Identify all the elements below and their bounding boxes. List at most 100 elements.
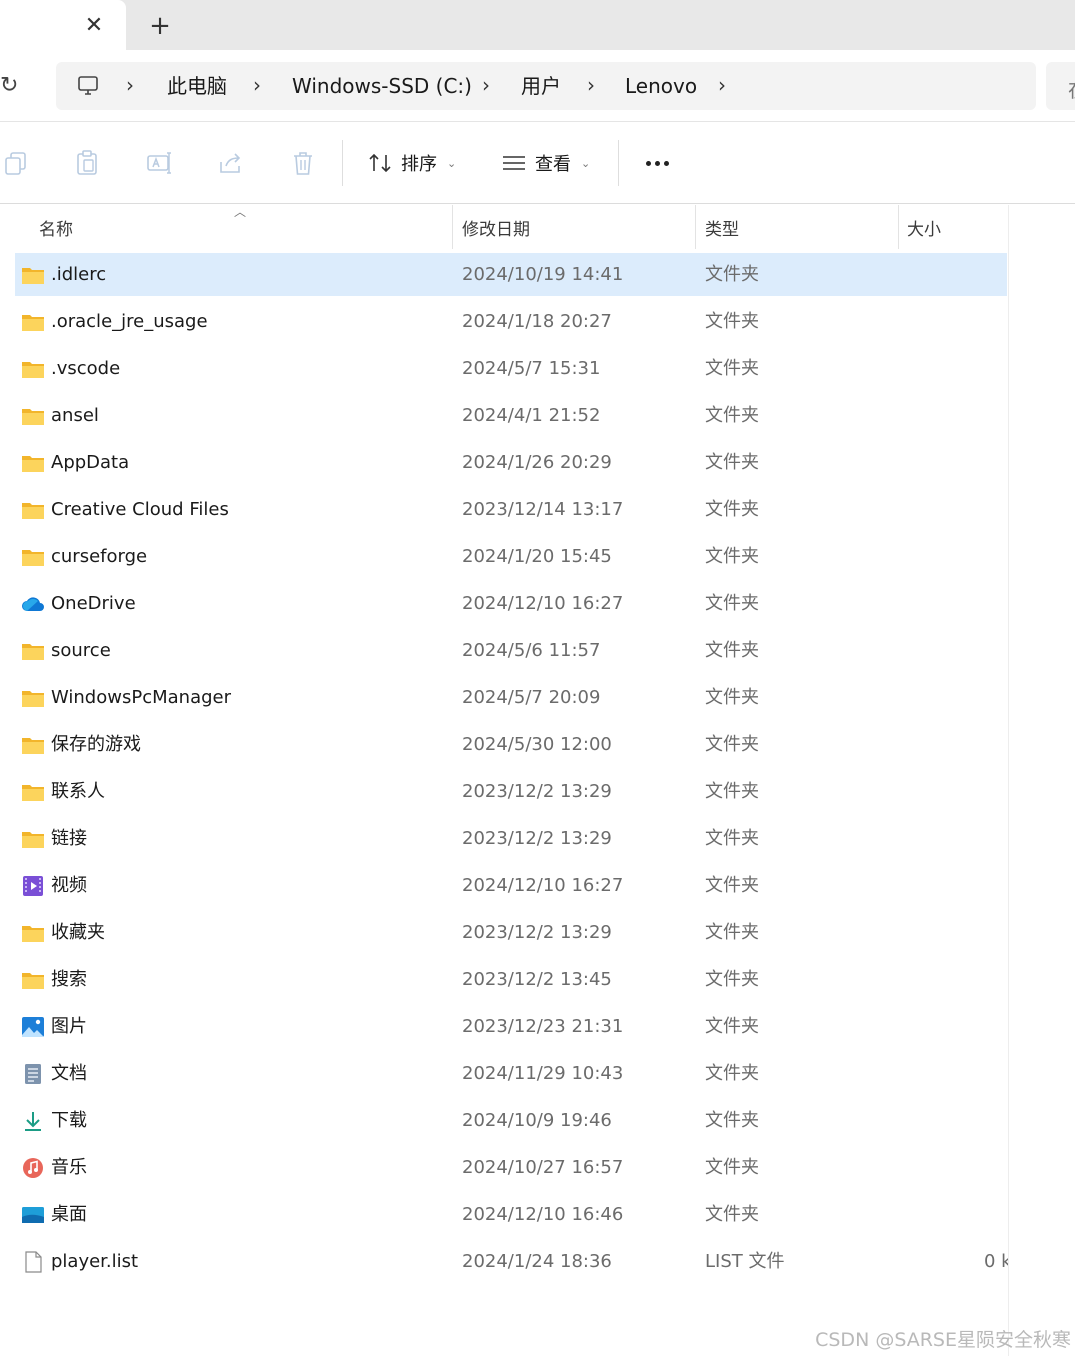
file-name[interactable]: 收藏夹 — [51, 921, 105, 945]
share-icon[interactable] — [216, 148, 246, 178]
file-row[interactable]: 图片 2023/12/23 21:31 文件夹 — [0, 1003, 1075, 1050]
file-name[interactable]: curseforge — [51, 545, 147, 569]
file-name[interactable]: OneDrive — [51, 592, 136, 616]
folder-icon — [21, 264, 45, 286]
column-header-type[interactable]: 类型 — [705, 215, 739, 240]
folder-icon — [21, 405, 45, 427]
folder-icon — [21, 311, 45, 333]
file-row[interactable]: ansel 2024/4/1 21:52 文件夹 — [0, 392, 1075, 439]
file-name[interactable]: 视频 — [51, 874, 87, 898]
view-button[interactable]: 查看 ⌄ — [501, 144, 590, 182]
this-pc-icon — [78, 76, 98, 95]
tab-current[interactable]: ✕ — [0, 0, 126, 50]
file-row[interactable]: AppData 2024/1/26 20:29 文件夹 — [0, 439, 1075, 486]
sort-button[interactable]: 排序 ⌄ — [367, 144, 456, 182]
file-type: 文件夹 — [705, 1157, 759, 1178]
file-row[interactable]: 音乐 2024/10/27 16:57 文件夹 — [0, 1144, 1075, 1191]
file-name[interactable]: source — [51, 639, 111, 663]
column-divider[interactable] — [695, 205, 696, 249]
file-type: 文件夹 — [705, 640, 759, 661]
new-tab-button[interactable]: + — [145, 12, 175, 42]
file-name[interactable]: Creative Cloud Files — [51, 498, 229, 522]
file-row[interactable]: 视频 2024/12/10 16:27 文件夹 — [0, 862, 1075, 909]
file-name[interactable]: 保存的游戏 — [51, 733, 141, 757]
file-row[interactable]: 联系人 2023/12/2 13:29 文件夹 — [0, 768, 1075, 815]
breadcrumb-separator[interactable]: › — [253, 73, 261, 97]
address-row: ↻ › 此电脑 › Windows-SSD (C:) › 用户 › Lenovo… — [0, 50, 1075, 122]
file-date-modified: 2024/1/24 18:36 — [462, 1251, 612, 1272]
column-divider[interactable] — [452, 205, 453, 249]
sort-ascending-icon: ︿ — [234, 205, 247, 219]
search-input[interactable]: 在 — [1046, 62, 1075, 110]
breadcrumb-separator[interactable]: › — [126, 73, 134, 97]
file-row[interactable]: 收藏夹 2023/12/2 13:29 文件夹 — [0, 909, 1075, 956]
file-row[interactable]: Creative Cloud Files 2023/12/14 13:17 文件… — [0, 486, 1075, 533]
file-name[interactable]: .idlerc — [51, 263, 106, 287]
file-date-modified: 2024/1/20 15:45 — [462, 546, 612, 567]
column-header-name[interactable]: 名称 — [39, 215, 73, 240]
more-options-button[interactable] — [640, 144, 674, 182]
folder-icon — [21, 922, 45, 944]
file-date-modified: 2023/12/2 13:29 — [462, 781, 612, 802]
file-row[interactable]: source 2024/5/6 11:57 文件夹 — [0, 627, 1075, 674]
address-bar[interactable]: › 此电脑 › Windows-SSD (C:) › 用户 › Lenovo › — [56, 62, 1036, 110]
column-header-date[interactable]: 修改日期 — [462, 215, 530, 240]
folder-icon — [21, 452, 45, 474]
refresh-icon[interactable]: ↻ — [0, 72, 24, 100]
folder-icon — [21, 640, 45, 662]
breadcrumb-drive[interactable]: Windows-SSD (C:) — [292, 74, 472, 98]
file-name[interactable]: 搜索 — [51, 968, 87, 992]
file-row[interactable]: .oracle_jre_usage 2024/1/18 20:27 文件夹 — [0, 298, 1075, 345]
file-name[interactable]: player.list — [51, 1250, 138, 1274]
file-type: 文件夹 — [705, 1204, 759, 1225]
paste-icon[interactable] — [72, 148, 102, 178]
file-name[interactable]: .oracle_jre_usage — [51, 310, 208, 334]
file-row[interactable]: WindowsPcManager 2024/5/7 20:09 文件夹 — [0, 674, 1075, 721]
file-row[interactable]: .idlerc 2024/10/19 14:41 文件夹 — [0, 251, 1075, 298]
file-type: 文件夹 — [705, 546, 759, 567]
breadcrumb-separator[interactable]: › — [718, 73, 726, 97]
file-row[interactable]: .vscode 2024/5/7 15:31 文件夹 — [0, 345, 1075, 392]
breadcrumb-this-pc[interactable]: 此电脑 — [167, 74, 227, 98]
file-name[interactable]: .vscode — [51, 357, 120, 381]
file-name[interactable]: 文档 — [51, 1062, 87, 1086]
file-row[interactable]: 链接 2023/12/2 13:29 文件夹 — [0, 815, 1075, 862]
delete-icon[interactable] — [288, 148, 318, 178]
file-name[interactable]: 联系人 — [51, 780, 105, 804]
column-header-size[interactable]: 大小 — [907, 215, 941, 240]
file-name[interactable]: 音乐 — [51, 1156, 87, 1180]
file-row[interactable]: curseforge 2024/1/20 15:45 文件夹 — [0, 533, 1075, 580]
file-row[interactable]: 保存的游戏 2024/5/30 12:00 文件夹 — [0, 721, 1075, 768]
file-name[interactable]: 下载 — [51, 1109, 87, 1133]
file-name[interactable]: 链接 — [51, 827, 87, 851]
file-row[interactable]: player.list 2024/1/24 18:36 LIST 文件 0 k — [0, 1238, 1075, 1285]
file-type: 文件夹 — [705, 452, 759, 473]
tab-close-icon[interactable]: ✕ — [80, 12, 108, 40]
file-row[interactable]: 桌面 2024/12/10 16:46 文件夹 — [0, 1191, 1075, 1238]
breadcrumb-users[interactable]: 用户 — [521, 74, 561, 98]
command-bar: 排序 ⌄ 查看 ⌄ — [0, 122, 1075, 204]
file-name[interactable]: 图片 — [51, 1015, 87, 1039]
file-type: 文件夹 — [705, 687, 759, 708]
file-date-modified: 2024/12/10 16:46 — [462, 1204, 624, 1225]
toolbar-divider — [618, 140, 619, 186]
file-row[interactable]: 下载 2024/10/9 19:46 文件夹 — [0, 1097, 1075, 1144]
file-name[interactable]: AppData — [51, 451, 129, 475]
file-date-modified: 2024/5/30 12:00 — [462, 734, 612, 755]
file-row[interactable]: OneDrive 2024/12/10 16:27 文件夹 — [0, 580, 1075, 627]
file-name[interactable]: 桌面 — [51, 1203, 87, 1227]
pictures-icon — [21, 1016, 45, 1038]
column-divider[interactable] — [898, 205, 899, 249]
file-name[interactable]: WindowsPcManager — [51, 686, 231, 710]
breadcrumb-lenovo[interactable]: Lenovo — [625, 74, 697, 98]
copy-icon[interactable] — [2, 148, 32, 178]
rename-icon[interactable] — [144, 148, 174, 178]
view-label: 查看 — [535, 154, 571, 175]
file-row[interactable]: 文档 2024/11/29 10:43 文件夹 — [0, 1050, 1075, 1097]
downloads-icon — [21, 1110, 45, 1132]
breadcrumb-separator[interactable]: › — [482, 73, 490, 97]
file-name[interactable]: ansel — [51, 404, 99, 428]
file-row[interactable]: 搜索 2023/12/2 13:45 文件夹 — [0, 956, 1075, 1003]
breadcrumb-separator[interactable]: › — [587, 73, 595, 97]
folder-icon — [21, 499, 45, 521]
